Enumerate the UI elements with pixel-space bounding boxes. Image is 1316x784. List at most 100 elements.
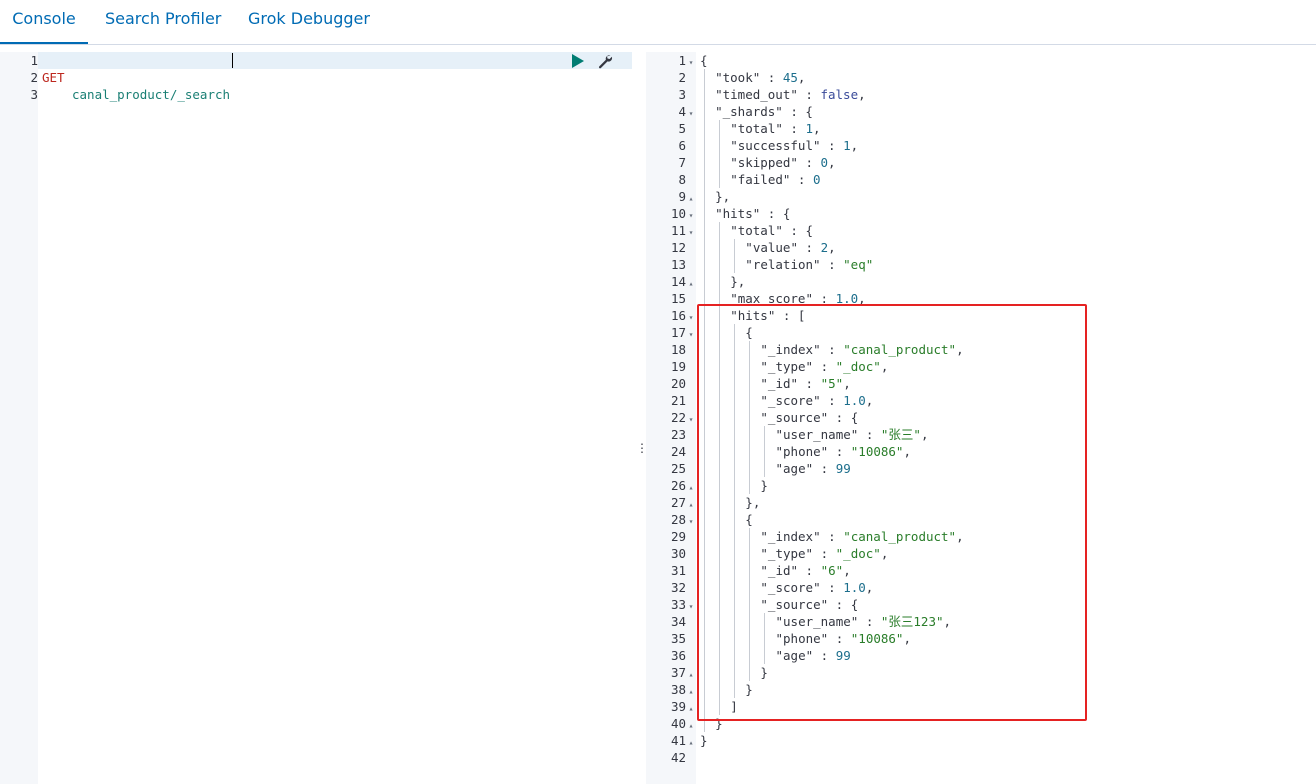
response-line: "value" : 2,: [745, 239, 835, 256]
json-token: "6": [820, 563, 844, 578]
line-number-text: 22: [670, 410, 686, 425]
tab-search-profiler-label: Search Profiler: [105, 9, 222, 28]
json-token: :: [828, 631, 851, 646]
line-number-text: 36: [670, 648, 686, 663]
response-line-number: 23: [648, 426, 696, 443]
line-number-text: 5: [678, 121, 686, 136]
json-token: "张三123": [880, 614, 944, 629]
indent-guide: [719, 222, 721, 715]
tab-search-profiler[interactable]: Search Profiler: [105, 0, 221, 42]
play-icon[interactable]: [572, 54, 584, 68]
tab-console[interactable]: Console: [0, 0, 88, 44]
line-number-text: 17: [670, 325, 686, 340]
line-number-text: 26: [670, 478, 686, 493]
json-token: "hits": [730, 308, 776, 323]
json-token: ,: [865, 393, 874, 408]
json-token: : [: [775, 308, 806, 323]
tab-bar: Console Search Profiler Grok Debugger: [0, 0, 1316, 45]
indent-guide: [749, 341, 751, 494]
json-token: "_source": [760, 410, 829, 425]
json-token: :: [820, 393, 844, 408]
json-token: "phone": [775, 631, 829, 646]
response-line: "age" : 99: [776, 647, 851, 664]
pane-resizer[interactable]: ⋮: [632, 52, 648, 784]
json-token: ,: [956, 342, 964, 357]
text-cursor: [232, 53, 233, 68]
line-number-text: 27: [670, 495, 686, 510]
response-line: ]: [730, 698, 738, 715]
json-token: 2: [820, 240, 829, 255]
line-number-text: 32: [670, 580, 686, 595]
resize-handle-icon[interactable]: ⋮: [636, 442, 648, 460]
line-number-text: 3: [678, 87, 686, 102]
json-token: 1.0: [843, 393, 866, 408]
line-number-text: 34: [670, 614, 686, 629]
response-line: "hits" : [: [730, 307, 805, 324]
line-number-text: 24: [670, 444, 686, 459]
line-number-text: 13: [670, 257, 686, 272]
json-token: :: [798, 563, 821, 578]
request-gutter: 1 2 3: [0, 52, 38, 784]
json-token: : {: [782, 223, 813, 238]
tab-grok-debugger[interactable]: Grok Debugger: [248, 0, 370, 42]
json-token: :: [797, 155, 821, 170]
indent-guide: [764, 426, 766, 477]
response-line-number: 32: [648, 579, 696, 596]
tab-grok-debugger-label: Grok Debugger: [248, 9, 370, 28]
json-token: 45: [782, 70, 798, 85]
request-editor[interactable]: 1 2 3 GET canal_product/_search: [0, 52, 632, 784]
json-token: "_score": [760, 580, 821, 595]
line-number-text: 10: [670, 206, 686, 221]
request-line-active[interactable]: GET canal_product/_search: [38, 52, 632, 102]
line-number-text: 11: [670, 223, 686, 238]
json-token: {: [745, 325, 753, 340]
line-number-text: 38: [670, 682, 686, 697]
json-token: ,: [903, 631, 911, 646]
response-line: },: [745, 494, 760, 511]
response-line: "_score" : 1.0,: [760, 392, 873, 409]
line-number-text: 40: [670, 716, 686, 731]
json-token: :: [813, 546, 836, 561]
json-token: ,: [880, 359, 889, 374]
response-line: "age" : 99: [776, 460, 851, 477]
json-token: "_index": [760, 529, 821, 544]
json-token: ,: [956, 529, 964, 544]
response-line-number: 41 ▴: [648, 732, 696, 749]
response-line: "skipped" : 0,: [730, 154, 835, 171]
json-token: }: [700, 733, 708, 748]
json-token: ,: [828, 240, 836, 255]
response-line: "phone" : "10086",: [776, 443, 911, 460]
json-token: "age": [775, 461, 814, 476]
response-line: },: [730, 273, 745, 290]
response-line: },: [715, 188, 730, 205]
response-viewer: 1 ▾ 2 3 4 ▾ 5 6 7 8 9 ▴ 10 ▾ 11 ▾ 12 13 14 ▴ 15 16 ▾ 17 ▾ 18 19 20 2…: [646, 52, 1316, 784]
response-line: "_source" : {: [760, 596, 858, 613]
json-token: },: [730, 274, 746, 289]
json-token: :: [797, 240, 821, 255]
response-line-number: 34: [648, 613, 696, 630]
line-number-text: 33: [670, 597, 686, 612]
response-line-number: 9 ▴: [648, 188, 696, 205]
response-line-number: 35: [648, 630, 696, 647]
line-number-text: 20: [670, 376, 686, 391]
response-line: "_id" : "5",: [760, 375, 850, 392]
indent-guide: [749, 528, 751, 681]
json-token: ,: [903, 444, 911, 459]
wrench-icon[interactable]: [597, 53, 613, 69]
response-line: }: [760, 477, 768, 494]
response-body: {"took" : 45, "timed_out" : false, "_shard…: [696, 52, 1316, 784]
json-token: :: [820, 138, 844, 153]
json-token: }: [760, 478, 768, 493]
json-token: "canal_product": [843, 529, 957, 544]
response-line-number: 18: [648, 341, 696, 358]
response-line: "_type" : "_doc",: [760, 545, 888, 562]
response-line-number: 4 ▾: [648, 103, 696, 120]
response-line-number: 13: [648, 256, 696, 273]
response-line: "user_name" : "张三123",: [776, 613, 952, 630]
json-token: "_doc": [835, 359, 881, 374]
json-token: :: [790, 172, 813, 187]
line-number-text: 15: [670, 291, 686, 306]
json-token: 1.0: [843, 580, 866, 595]
line-number-text: 41: [670, 733, 686, 748]
request-method: GET: [42, 70, 65, 85]
